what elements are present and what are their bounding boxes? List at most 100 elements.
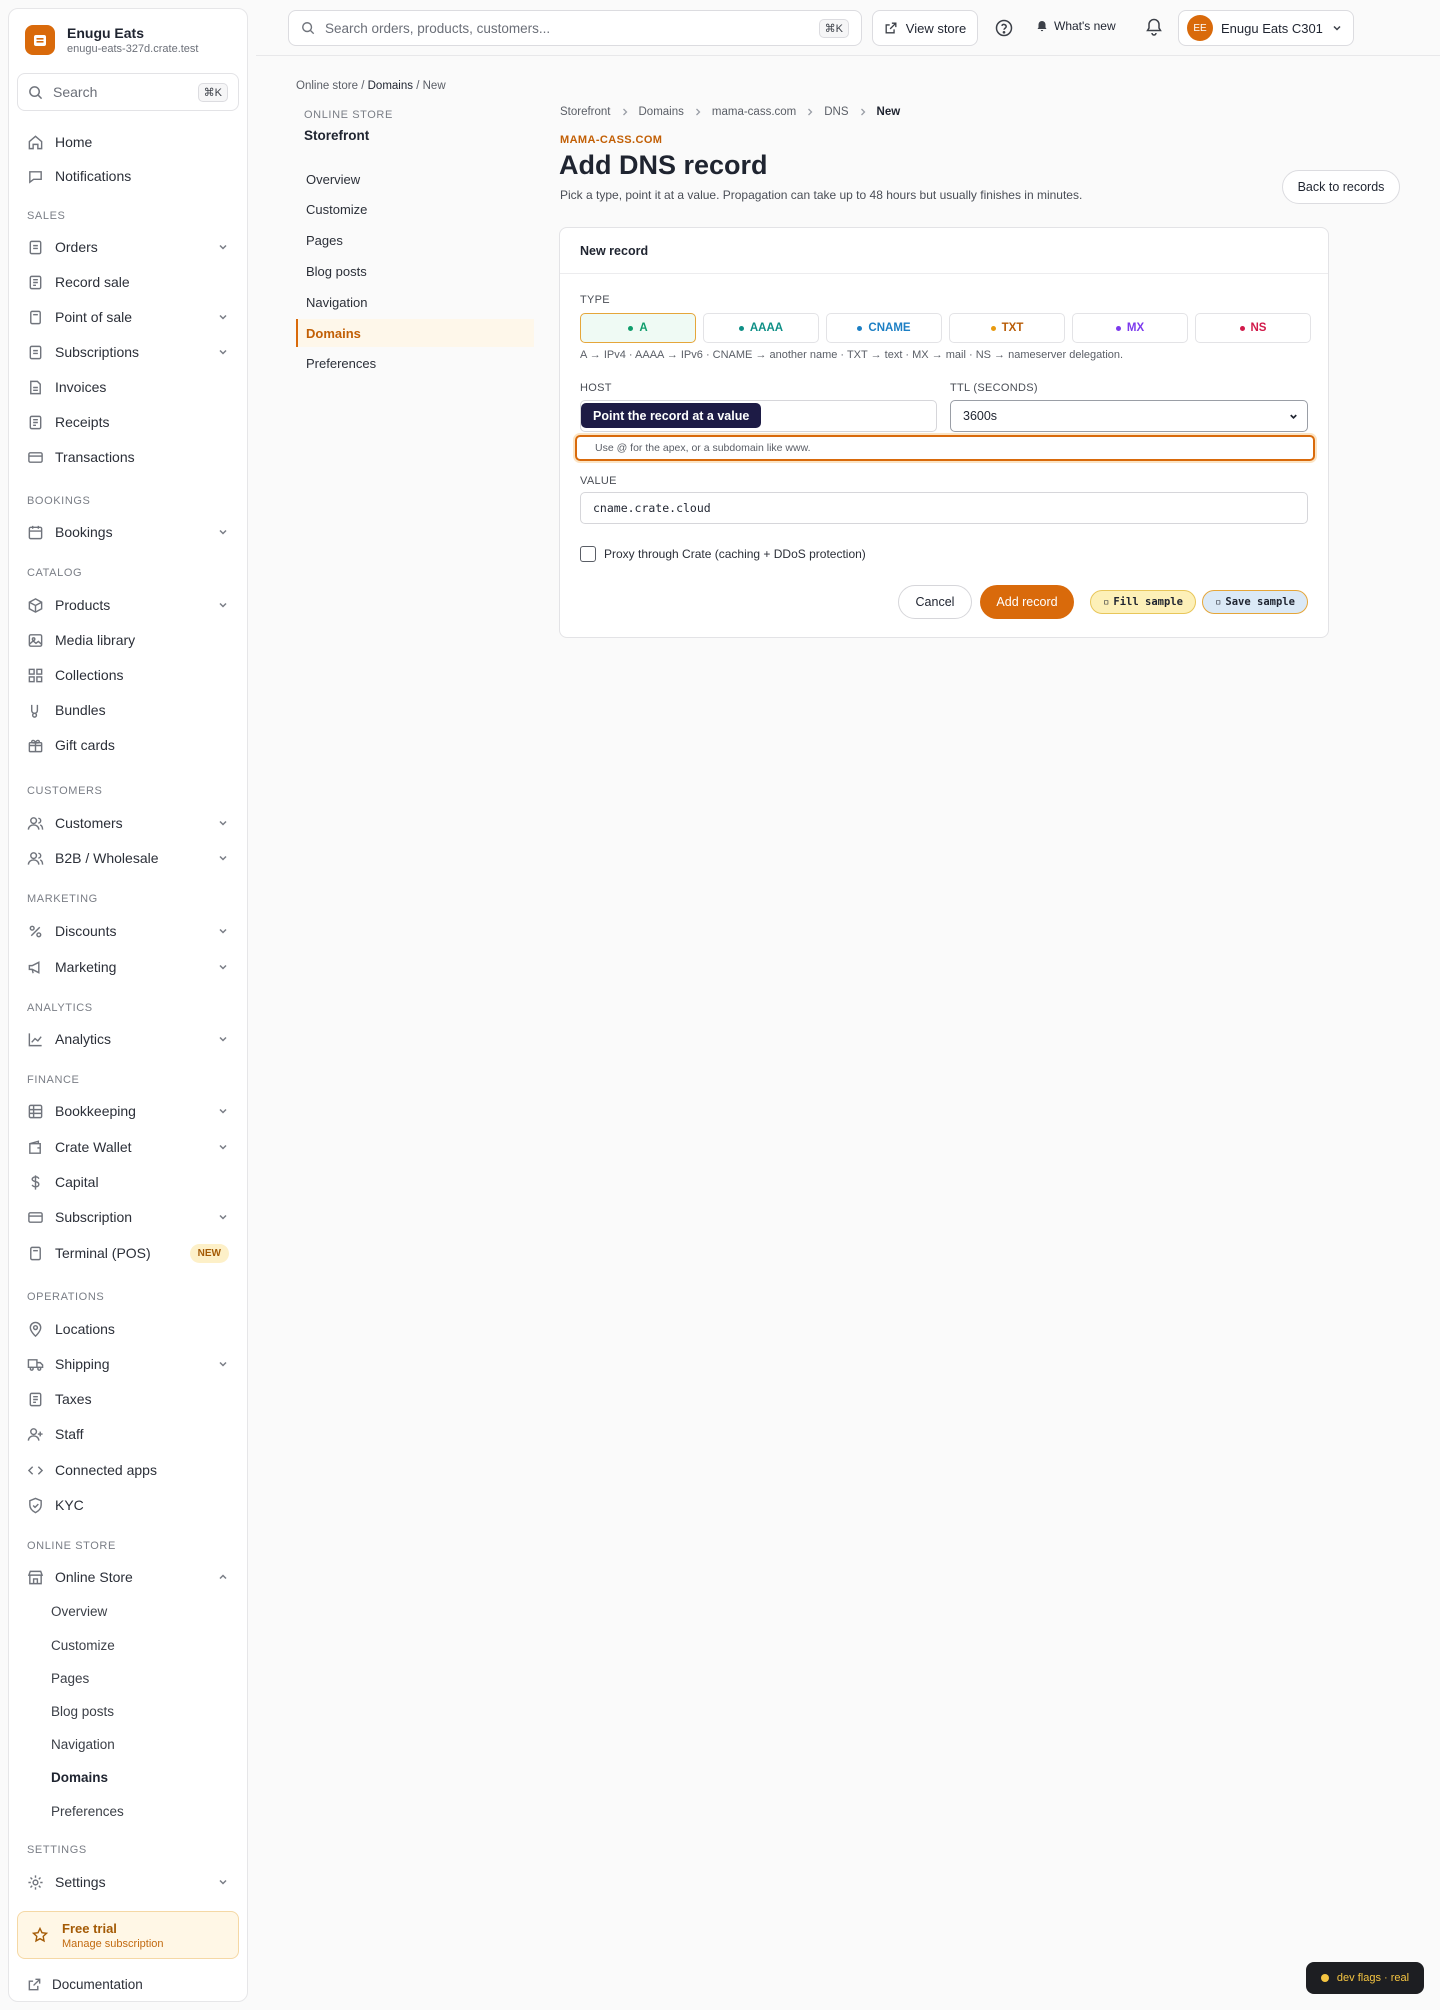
sidebar-item-b2b-wholesale[interactable]: B2B / Wholesale [17, 842, 239, 874]
sidebar-item-subscriptions[interactable]: Subscriptions [17, 336, 239, 368]
home-icon [28, 134, 43, 149]
sidebar-item-invoices[interactable]: Invoices [17, 371, 239, 403]
chevron-down-icon [219, 1879, 227, 1885]
sidebar-subitem-blog-posts[interactable]: Blog posts [51, 1704, 114, 1719]
sidebar-item-connected-apps[interactable]: Connected apps [17, 1454, 239, 1486]
save-sample-button[interactable]: ▫ Save sample [1202, 590, 1308, 614]
subnav-item-customize[interactable]: Customize [296, 195, 534, 223]
proxy-label[interactable]: Proxy through Crate (caching + DDoS prot… [604, 547, 866, 561]
view-store-button[interactable]: View store [872, 10, 978, 46]
sidebar-subitem-navigation[interactable]: Navigation [51, 1737, 115, 1752]
sidebar-item-crate-wallet[interactable]: Crate Wallet [17, 1131, 239, 1163]
crumb-dns[interactable]: DNS [824, 106, 848, 118]
sidebar-item-transactions[interactable]: Transactions [17, 441, 239, 473]
type-option-aaaa[interactable]: AAAA [703, 313, 819, 343]
type-option-txt[interactable]: TXT [949, 313, 1065, 343]
ttl-select[interactable]: 3600s [950, 400, 1308, 432]
value-input[interactable]: cname.crate.cloud [580, 492, 1308, 524]
sidebar-item-marketing[interactable]: Marketing [17, 951, 239, 983]
sidebar-item-point-of-sale[interactable]: Point of sale [17, 301, 239, 333]
subnav-item-preferences[interactable]: Preferences [296, 349, 534, 377]
section-label-customers: CUSTOMERS [27, 785, 103, 797]
sidebar-item-orders[interactable]: Orders [17, 231, 239, 263]
status-dot [1320, 1974, 1329, 1982]
sidebar-item-kyc[interactable]: KYC [17, 1489, 239, 1521]
host-hint-focused[interactable]: Use @ for the apex, or a subdomain like … [575, 435, 1315, 461]
sidebar-item-bookkeeping[interactable]: Bookkeeping [17, 1095, 239, 1127]
breadcrumb-domains[interactable]: Domains [368, 80, 413, 92]
sidebar-item-analytics[interactable]: Analytics [17, 1023, 239, 1055]
chevron-down-icon [219, 1214, 227, 1220]
sidebar-item-receipts[interactable]: Receipts [17, 406, 239, 438]
subnav-item-navigation[interactable]: Navigation [296, 288, 534, 316]
manage-subscription-link[interactable]: Manage subscription [62, 1938, 164, 1950]
proxy-checkbox[interactable] [580, 546, 596, 562]
dev-flags-button[interactable]: dev flags · real [1306, 1962, 1424, 1994]
sidebar-item-home[interactable]: Home [17, 126, 239, 158]
sidebar-item-discounts[interactable]: Discounts [17, 915, 239, 947]
fill-sample-button[interactable]: ▫ Fill sample [1090, 590, 1196, 614]
crumb-domains[interactable]: Domains [639, 106, 684, 118]
back-to-records-button[interactable]: Back to records [1282, 170, 1400, 204]
sidebar-item-gift-cards[interactable]: Gift cards [17, 729, 239, 761]
type-option-ns[interactable]: NS [1195, 313, 1311, 343]
breadcrumb-online-store[interactable]: Online store [296, 80, 358, 92]
type-option-mx[interactable]: MX [1072, 313, 1188, 343]
dot-icon: ▫ [1103, 596, 1110, 608]
sidebar-item-shipping[interactable]: Shipping [17, 1348, 239, 1380]
sidebar-item-bundles[interactable]: Bundles [17, 694, 239, 726]
notifications-bell-icon[interactable] [1144, 17, 1164, 37]
documentation-link[interactable]: Documentation [27, 1977, 143, 1992]
sidebar-subitem-customize[interactable]: Customize [51, 1638, 115, 1653]
subnav-item-blog-posts[interactable]: Blog posts [296, 257, 534, 285]
sidebar-item-media-library[interactable]: Media library [17, 624, 239, 656]
help-icon[interactable] [994, 18, 1014, 38]
sidebar-search-placeholder: Search [53, 84, 98, 100]
sidebar-item-capital[interactable]: Capital [17, 1166, 239, 1198]
account-menu[interactable]: EE Enugu Eats C301 [1178, 10, 1354, 46]
sidebar-item-settings[interactable]: Settings [17, 1866, 239, 1898]
sidebar-item-label: Bundles [55, 702, 106, 718]
type-option-a[interactable]: A [580, 313, 696, 343]
sidebar-item-label: Capital [55, 1174, 99, 1190]
whats-new-button[interactable]: What's new [1036, 19, 1116, 33]
sidebar-item-online-store[interactable]: Online Store [17, 1561, 239, 1593]
sidebar-search-input[interactable]: Search ⌘K [17, 73, 239, 111]
subnav-item-pages[interactable]: Pages [296, 226, 534, 254]
ttl-label: TTL (SECONDS) [950, 382, 1038, 394]
sidebar-item-customers[interactable]: Customers [17, 807, 239, 839]
type-hint: A → IPv4 · AAAA → IPv6 · CNAME → another… [580, 349, 1124, 361]
sidebar-item-staff[interactable]: Staff [17, 1418, 239, 1450]
section-label-operations: OPERATIONS [27, 1291, 105, 1303]
star-icon [32, 1927, 48, 1943]
sidebar-subitem-overview[interactable]: Overview [51, 1604, 107, 1619]
domain-eyebrow: MAMA-CASS.COM [560, 134, 663, 146]
crumb-storefront[interactable]: Storefront [560, 106, 611, 118]
sidebar-item-terminal-pos[interactable]: Terminal (POS) NEW [17, 1237, 239, 1269]
sidebar-item-locations[interactable]: Locations [17, 1313, 239, 1345]
add-record-button[interactable]: Add record [980, 585, 1074, 619]
sidebar-subitem-pages[interactable]: Pages [51, 1671, 89, 1686]
crumb-new: New [876, 106, 901, 118]
sidebar-item-collections[interactable]: Collections [17, 659, 239, 691]
subnav-item-overview[interactable]: Overview [296, 165, 534, 193]
sidebar-item-record-sale[interactable]: Record sale [17, 266, 239, 298]
users-icon [27, 816, 44, 830]
chat-bubble-icon [29, 170, 42, 184]
sidebar-item-products[interactable]: Products [17, 589, 239, 621]
store-switcher[interactable]: Enugu Eats enugu-eats-327d.crate.test [25, 25, 198, 55]
free-trial-card[interactable]: Free trial Manage subscription [17, 1911, 239, 1959]
sidebar-subitem-domains[interactable]: Domains [51, 1770, 108, 1785]
sidebar-item-subscription[interactable]: Subscription [17, 1201, 239, 1233]
store-name: Enugu Eats [67, 25, 145, 41]
store-domain: enugu-eats-327d.crate.test [67, 43, 199, 55]
crumb-domain[interactable]: mama-cass.com [712, 106, 796, 118]
sidebar-item-taxes[interactable]: Taxes [17, 1383, 239, 1415]
global-search-input[interactable]: Search orders, products, customers... ⌘K [288, 10, 862, 46]
cancel-button[interactable]: Cancel [898, 585, 972, 619]
subnav-item-domains[interactable]: Domains [296, 319, 534, 347]
sidebar-subitem-preferences[interactable]: Preferences [51, 1804, 124, 1819]
type-option-cname[interactable]: CNAME [826, 313, 942, 343]
sidebar-item-bookings[interactable]: Bookings [17, 516, 239, 548]
sidebar-item-notifications[interactable]: Notifications [17, 160, 239, 192]
